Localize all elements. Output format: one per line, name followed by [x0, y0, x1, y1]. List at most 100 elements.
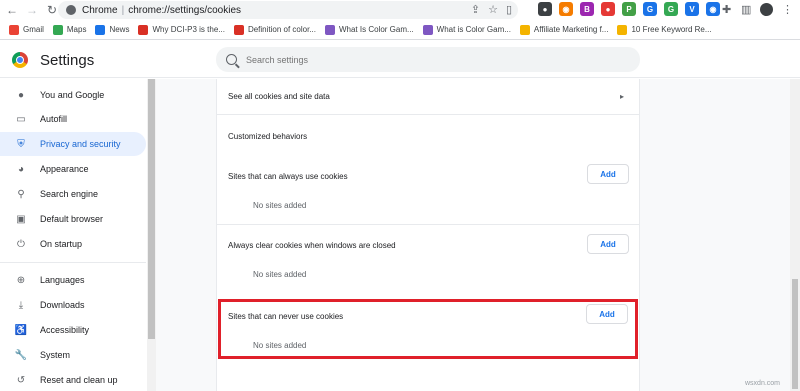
sidebar-item[interactable]: ⛨ Privacy and security: [0, 132, 146, 156]
bookmark-label: What Is Color Gam...: [338, 25, 414, 34]
main-scroll-thumb[interactable]: [792, 279, 798, 389]
ext-icon-1[interactable]: ●: [538, 2, 552, 16]
bookmark-item[interactable]: 10 Free Keyword Re...: [617, 24, 712, 35]
sidebar-item-label: System: [40, 350, 71, 360]
bookmark-favicon-icon: [138, 24, 149, 35]
forward-arrow-icon[interactable]: →: [24, 2, 40, 18]
sidebar-item[interactable]: ⊕ Languages: [0, 268, 146, 292]
person-icon: ●: [17, 89, 25, 101]
omnibox-separator: |: [121, 4, 125, 16]
sidebar-item-label: Search engine: [40, 189, 99, 199]
bookmark-label: Gmail: [23, 25, 44, 34]
reset-icon: ↺: [16, 374, 26, 386]
globe-icon: ⊕: [16, 274, 26, 286]
divider: [216, 114, 640, 115]
ext-icon-2[interactable]: ◉: [559, 2, 573, 16]
search-settings-box[interactable]: [216, 47, 640, 72]
sidebar-item[interactable]: ▭ Autofill: [0, 107, 146, 131]
always-allow-empty: No sites added: [253, 201, 307, 210]
sidebar-item[interactable]: ⚲ Search engine: [0, 182, 146, 206]
clear-on-exit-empty: No sites added: [253, 270, 307, 279]
sidebar-item-label: Default browser: [40, 214, 104, 224]
power-icon: ⏻: [17, 238, 25, 250]
sidebar-item[interactable]: ♿ Accessibility: [0, 318, 146, 342]
see-all-cookies-link[interactable]: See all cookies and site data: [228, 92, 330, 101]
search-icon: ⚲: [17, 188, 25, 200]
sidebar-item-label: Downloads: [40, 300, 85, 310]
autofill-icon: ▭: [16, 113, 26, 125]
omnibox[interactable]: Chrome | chrome://settings/cookies ⇪ ☆ ▯: [58, 1, 518, 19]
bookmark-favicon-icon: [324, 24, 335, 35]
chevron-right-icon[interactable]: ▸: [620, 92, 624, 101]
ext-icon-4[interactable]: ●: [601, 2, 615, 16]
bookmark-item[interactable]: Gmail: [9, 24, 44, 35]
bookmark-item[interactable]: Definition of color...: [233, 24, 316, 35]
sidebar-scrollbar[interactable]: [147, 79, 156, 391]
sidebar-item-label: On startup: [40, 239, 83, 249]
sidebar-item-label: Privacy and security: [40, 139, 121, 149]
sidebar-item[interactable]: ↺ Reset and clean up: [0, 368, 146, 391]
clear-on-exit-label: Always clear cookies when windows are cl…: [228, 241, 396, 250]
sidebar-item[interactable]: 🔧 System: [0, 343, 146, 367]
highlight-box: [218, 299, 638, 359]
avatar[interactable]: [760, 3, 773, 16]
bookmark-item[interactable]: News: [95, 24, 130, 35]
ext-icon-8[interactable]: V: [685, 2, 699, 16]
add-always-allow-button[interactable]: Add: [587, 164, 629, 184]
sidebar-item[interactable]: ▣ Default browser: [0, 207, 146, 231]
bookmark-favicon-icon: [233, 24, 244, 35]
back-arrow-icon[interactable]: ←: [4, 2, 20, 18]
bookmark-item[interactable]: What Is Color Gam...: [324, 24, 414, 35]
side-panel-icon[interactable]: ▯: [506, 3, 512, 16]
bookmark-label: Maps: [66, 25, 87, 34]
add-clear-on-exit-button[interactable]: Add: [587, 234, 629, 254]
ext-icon-3[interactable]: B: [580, 2, 594, 16]
bookmark-label: What is Color Gam...: [436, 25, 511, 34]
chrome-site-icon: [66, 5, 76, 15]
bookmark-item[interactable]: Why DCI-P3 is the...: [138, 24, 225, 35]
chrome-logo-icon: [12, 52, 28, 68]
omnibox-url: chrome://settings/cookies: [128, 4, 242, 16]
sidebar-item[interactable]: ⏻ On startup: [0, 232, 146, 256]
puzzle-icon[interactable]: ✚: [722, 3, 731, 16]
browser-icon: ▣: [16, 213, 26, 225]
sidebar-item-label: You and Google: [40, 90, 105, 100]
bookmark-favicon-icon: [9, 24, 19, 35]
bookmark-label: Definition of color...: [247, 25, 316, 34]
address-bar-row: ← → ↻ Chrome | chrome://settings/cookies…: [0, 0, 800, 20]
search-input[interactable]: [246, 54, 546, 65]
bookmark-star-icon[interactable]: ☆: [488, 3, 498, 16]
bookmark-favicon-icon: [52, 24, 63, 35]
bookmark-label: News: [109, 25, 130, 34]
search-icon: [226, 54, 237, 65]
sidebar-item-label: Languages: [40, 275, 85, 285]
wrench-icon: 🔧: [14, 349, 28, 361]
share-icon[interactable]: ⇪: [471, 3, 480, 16]
page-title: Settings: [40, 52, 95, 69]
bookmark-label: Why DCI-P3 is the...: [152, 25, 225, 34]
bookmarks-bar: Gmail Maps News Why DCI-P3 is the... Definit…: [0, 20, 800, 40]
ext-icon-9[interactable]: ◉: [706, 2, 720, 16]
ext-icon-5[interactable]: P: [622, 2, 636, 16]
side-panel-toggle-icon[interactable]: ▥: [741, 3, 751, 16]
sidebar-scroll-thumb[interactable]: [148, 79, 155, 339]
always-allow-label: Sites that can always use cookies: [228, 172, 348, 181]
bookmark-item[interactable]: What is Color Gam...: [422, 24, 511, 35]
shield-icon: ⛨: [17, 138, 25, 150]
sidebar-item[interactable]: ⤓ Downloads: [0, 293, 146, 317]
customized-behaviors-heading: Customized behaviors: [228, 132, 308, 141]
main-scrollbar[interactable]: [790, 79, 800, 391]
sidebar-item-label: Autofill: [40, 114, 68, 124]
download-icon: ⤓: [18, 299, 24, 311]
menu-kebab-icon[interactable]: ⋮: [782, 3, 793, 16]
watermark: wsxdn.com: [745, 380, 781, 387]
sidebar-item[interactable]: ◕ Appearance: [0, 157, 146, 181]
ext-icon-6[interactable]: G: [643, 2, 657, 16]
bookmark-item[interactable]: Affiliate Marketing f...: [519, 24, 608, 35]
sidebar-item[interactable]: ● You and Google: [0, 83, 146, 107]
sidebar-divider: [0, 262, 146, 263]
bookmark-item[interactable]: Maps: [52, 24, 87, 35]
divider: [216, 224, 640, 225]
sidebar: ● You and Google ▭ Autofill ⛨ Privacy and sec…: [0, 79, 146, 391]
ext-icon-7[interactable]: G: [664, 2, 678, 16]
